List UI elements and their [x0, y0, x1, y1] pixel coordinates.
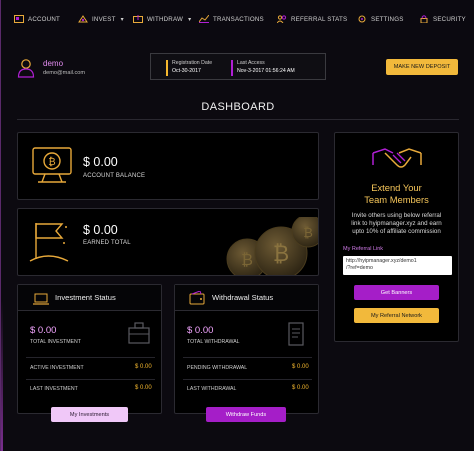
laptop-icon	[33, 292, 49, 310]
settings-icon	[357, 15, 367, 23]
last-investment-value: $ 0.00	[135, 385, 152, 391]
last-investment-label: LAST INVESTMENT	[30, 386, 78, 392]
account-balance-label: ACCOUNT BALANCE	[83, 173, 146, 179]
account-icon	[14, 15, 24, 23]
active-investment-value: $ 0.00	[135, 364, 152, 370]
nav-settings[interactable]: SETTINGS	[357, 13, 404, 25]
nav-invest-label: INVEST	[92, 15, 116, 23]
last-withdrawal-value: $ 0.00	[292, 385, 309, 391]
nav-transactions[interactable]: TRANSACTIONS	[199, 13, 264, 25]
row-divider	[26, 379, 155, 380]
nav-referral-stats[interactable]: REFERRAL STATS	[277, 13, 347, 25]
row-divider	[26, 357, 155, 358]
last-withdrawal-label: LAST WITHDRAWAL	[187, 386, 237, 392]
nav-invest[interactable]: INVEST ▾	[78, 13, 124, 25]
user-email: demo@mail.com	[43, 70, 86, 76]
nav-withdraw-label: WITHDRAW	[147, 15, 184, 23]
team-title-line2: Team Members	[364, 194, 429, 205]
transactions-icon	[199, 15, 209, 23]
earned-total-card: $ 0.00 EARNED TOTAL ₿ ₿ ₿	[17, 208, 319, 276]
total-investment-label: TOTAL INVESTMENT	[30, 339, 81, 345]
divider-purple	[231, 60, 233, 76]
my-referral-network-button[interactable]: My Referral Network	[354, 308, 439, 323]
registration-date-label: Registration Date	[172, 60, 213, 66]
svg-text:₿: ₿	[241, 250, 253, 269]
receipt-icon	[287, 321, 305, 352]
total-investment-amount: $ 0.00	[30, 325, 57, 336]
withdraw-icon	[133, 15, 143, 23]
nav-settings-label: SETTINGS	[371, 15, 404, 23]
nav-referral-stats-label: REFERRAL STATS	[291, 15, 348, 23]
referral-link-label: My Referral Link	[343, 246, 384, 252]
withdrawal-status-title: Withdrawal Status	[212, 293, 274, 302]
user-name: demo	[43, 59, 64, 68]
svg-text:₿: ₿	[48, 156, 55, 168]
account-dates-box: Registration Date Oct-30-2017 Last Acces…	[150, 53, 326, 80]
row-divider	[183, 379, 312, 380]
svg-text:₿: ₿	[273, 242, 289, 267]
total-withdrawal-amount: $ 0.00	[187, 325, 214, 336]
nav-security-label: SECURITY	[433, 15, 466, 23]
svg-text:₿: ₿	[303, 226, 313, 241]
pending-withdrawal-label: PENDING WITHDRAWAL	[187, 365, 248, 371]
nav-transactions-label: TRANSACTIONS	[213, 15, 264, 23]
referral-link-field[interactable]: http://hyipmanager.xyz/demo1 /?ref=demo	[343, 256, 452, 275]
page-title: DASHBOARD	[201, 101, 275, 113]
account-balance-card: ₿ $ 0.00 ACCOUNT BALANCE	[17, 132, 319, 200]
account-balance-amount: $ 0.00	[83, 155, 118, 169]
last-access-value: Nov-3-2017 01:56:24 AM	[237, 68, 295, 74]
withdrawal-status-card: Withdrawal Status $ 0.00 TOTAL WITHDRAWA…	[174, 284, 319, 414]
bitcoin-coins-icon: ₿ ₿ ₿	[223, 214, 318, 275]
withdraw-funds-button[interactable]: Withdraw Funds	[206, 407, 286, 422]
nav-account-label: ACCOUNT	[28, 15, 60, 23]
last-access-label: Last Access	[237, 60, 265, 66]
chevron-down-icon: ▾	[188, 16, 192, 23]
monitor-bitcoin-icon: ₿	[30, 145, 74, 192]
my-investments-button[interactable]: My Investments	[51, 407, 128, 422]
security-icon	[419, 15, 429, 23]
earned-total-label: EARNED TOTAL	[83, 240, 131, 246]
investment-status-title: Investment Status	[55, 293, 116, 302]
team-text-line3: upto 10% of affiliate commission	[352, 228, 441, 235]
invest-icon	[78, 15, 88, 23]
withdrawal-status-header: Withdrawal Status	[175, 285, 318, 311]
top-nav: ACCOUNT INVEST ▾ WITHDRAW ▾ TRANSACTIONS…	[1, 0, 474, 40]
pending-withdrawal-value: $ 0.00	[292, 364, 309, 370]
divider-gold	[166, 60, 168, 76]
referral-link-line1: http://hyipmanager.xyz/demo1	[346, 258, 417, 264]
user-icon	[17, 58, 35, 78]
total-withdrawal-label: TOTAL WITHDRAWAL	[187, 339, 240, 345]
handshake-icon	[371, 143, 423, 180]
team-text-line2: link to hyipmanager.xyz and earn	[351, 220, 442, 227]
team-title-line1: Extend Your	[371, 182, 422, 193]
chevron-down-icon: ▾	[120, 16, 124, 23]
edge-glow	[1, 300, 3, 451]
make-new-deposit-button[interactable]: MAKE NEW DEPOSIT	[386, 59, 458, 75]
title-divider	[17, 119, 459, 120]
investment-status-card: Investment Status $ 0.00 TOTAL INVESTMEN…	[17, 284, 162, 414]
briefcase-icon	[128, 321, 150, 350]
wallet-icon	[189, 290, 205, 310]
extend-team-card: Extend Your Team Members Invite others u…	[334, 132, 459, 342]
team-text-line1: Invite others using below referral	[351, 212, 442, 219]
referral-link-line2: /?ref=demo	[346, 265, 373, 271]
row-divider	[183, 357, 312, 358]
active-investment-label: ACTIVE INVESTMENT	[30, 365, 84, 371]
nav-security[interactable]: SECURITY	[419, 13, 466, 25]
investment-status-header: Investment Status	[18, 285, 161, 311]
earned-total-amount: $ 0.00	[83, 223, 118, 237]
nav-withdraw[interactable]: WITHDRAW ▾	[133, 13, 191, 25]
get-banners-button[interactable]: Get Banners	[354, 285, 439, 300]
referral-icon	[277, 15, 287, 23]
flag-icon	[28, 219, 72, 272]
nav-account[interactable]: ACCOUNT	[14, 13, 60, 25]
registration-date-value: Oct-30-2017	[172, 68, 201, 74]
